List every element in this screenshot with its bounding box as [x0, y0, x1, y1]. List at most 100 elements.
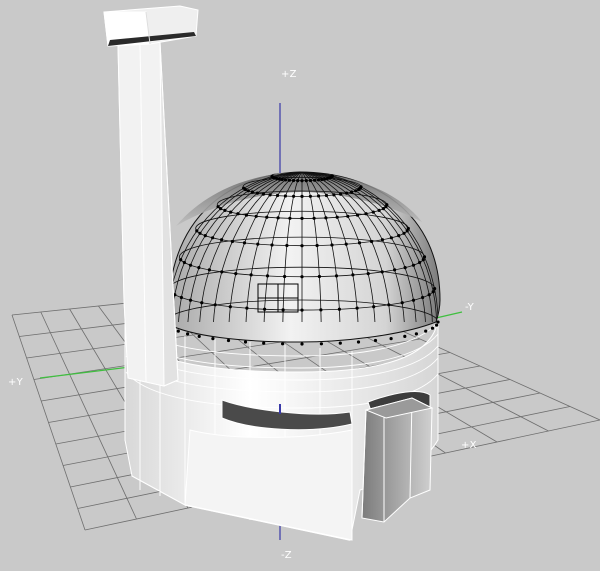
dome-vertex[interactable]	[315, 243, 319, 248]
dome-vertex[interactable]	[256, 242, 260, 246]
dome-vertex[interactable]	[234, 272, 238, 276]
dome-vertex[interactable]	[312, 216, 316, 220]
dome-vertex[interactable]	[285, 243, 289, 248]
dome-vertex[interactable]	[176, 329, 180, 333]
dome-vertex[interactable]	[280, 177, 284, 182]
3d-viewport[interactable]: +Z -Z +Y -Y +X	[0, 0, 600, 571]
dome-vertex[interactable]	[243, 340, 248, 344]
dome-vertex[interactable]	[207, 268, 211, 272]
dome-vertex[interactable]	[250, 190, 254, 194]
dome-vertex[interactable]	[296, 179, 300, 183]
dome-vertex[interactable]	[373, 338, 378, 343]
dome-vertex[interactable]	[263, 307, 267, 311]
dome-vertex[interactable]	[323, 177, 327, 181]
dome-vertex[interactable]	[265, 215, 269, 219]
dome-vertex[interactable]	[324, 216, 328, 220]
dome-vertex[interactable]	[319, 342, 323, 346]
dome-vertex[interactable]	[242, 241, 247, 245]
dome-vertex[interactable]	[319, 308, 323, 312]
dome-vertex[interactable]	[377, 208, 381, 212]
dome-vertex[interactable]	[223, 208, 227, 212]
dome-vertex[interactable]	[339, 192, 343, 196]
dome-vertex[interactable]	[270, 243, 274, 247]
dome-vertex[interactable]	[427, 293, 431, 297]
dome-vertex[interactable]	[244, 213, 249, 217]
dome-vertex[interactable]	[300, 275, 304, 279]
dome-vertex[interactable]	[414, 332, 418, 336]
dome-vertex[interactable]	[330, 243, 334, 247]
dome-vertex[interactable]	[262, 341, 266, 345]
dome-vertex[interactable]	[284, 178, 288, 182]
dome-vertex[interactable]	[182, 260, 186, 265]
dome-vertex[interactable]	[389, 337, 393, 341]
dome-vertex[interactable]	[195, 229, 199, 233]
dome-vertex[interactable]	[324, 193, 329, 198]
dome-vertex[interactable]	[381, 207, 385, 211]
dome-vertex[interactable]	[246, 189, 250, 193]
dome-vertex[interactable]	[372, 305, 376, 309]
dome-vertex[interactable]	[380, 270, 384, 274]
dome-vertex[interactable]	[211, 337, 215, 341]
dome-vertex[interactable]	[411, 263, 416, 267]
dome-vertex[interactable]	[300, 244, 304, 248]
dome-vertex[interactable]	[216, 205, 220, 209]
dome-vertex[interactable]	[421, 258, 425, 262]
dome-vertex[interactable]	[270, 174, 274, 179]
dome-vertex[interactable]	[364, 212, 368, 216]
dome-vertex[interactable]	[355, 213, 360, 217]
dome-vertex[interactable]	[300, 342, 304, 346]
dome-vertex[interactable]	[300, 216, 304, 220]
door-wall[interactable]	[184, 429, 353, 541]
dome-vertex[interactable]	[230, 239, 234, 244]
dome-vertex[interactable]	[288, 216, 292, 220]
dome-vertex[interactable]	[337, 307, 341, 311]
dome-vertex[interactable]	[335, 215, 339, 219]
dome-vertex[interactable]	[200, 301, 204, 305]
dome-vertex[interactable]	[430, 326, 435, 330]
dome-vertex[interactable]	[424, 329, 428, 333]
dome-vertex[interactable]	[287, 178, 291, 182]
dome-vertex[interactable]	[397, 234, 401, 238]
dome-vertex[interactable]	[355, 306, 359, 310]
dome-vertex[interactable]	[179, 295, 183, 300]
dome-vertex[interactable]	[188, 298, 193, 302]
dome-vertex[interactable]	[226, 338, 231, 343]
dome-vertex[interactable]	[203, 234, 207, 238]
dome-vertex[interactable]	[213, 303, 217, 307]
dome-vertex[interactable]	[354, 189, 358, 193]
dome-vertex[interactable]	[403, 266, 407, 270]
dome-vertex[interactable]	[431, 290, 435, 294]
dome-vertex[interactable]	[236, 212, 240, 216]
dome-vertex[interactable]	[405, 229, 409, 233]
dome-vertex[interactable]	[249, 273, 253, 277]
dome-vertex[interactable]	[317, 274, 321, 279]
dome-vertex[interactable]	[418, 260, 422, 265]
dome-vertex[interactable]	[188, 263, 193, 267]
dome-vertex[interactable]	[255, 191, 259, 195]
dome-vertex[interactable]	[346, 214, 350, 218]
dome-vertex[interactable]	[292, 194, 296, 198]
dome-vertex[interactable]	[220, 238, 224, 242]
dome-vertex[interactable]	[400, 301, 404, 305]
scene-canvas[interactable]	[0, 0, 600, 571]
dome-vertex[interactable]	[245, 306, 249, 310]
dome-vertex[interactable]	[433, 287, 437, 291]
dome-vertex[interactable]	[357, 187, 361, 192]
dome-vertex[interactable]	[411, 298, 416, 302]
dome-vertex[interactable]	[370, 239, 374, 244]
dome-vertex[interactable]	[261, 192, 265, 196]
dome-vertex[interactable]	[436, 320, 440, 324]
dome-vertex[interactable]	[345, 191, 349, 195]
dome-vertex[interactable]	[254, 214, 258, 218]
dome-vertex[interactable]	[380, 238, 384, 242]
dome-vertex[interactable]	[291, 178, 296, 183]
side-block[interactable]	[361, 397, 434, 523]
dome-vertex[interactable]	[403, 334, 407, 338]
dome-vertex[interactable]	[220, 270, 224, 274]
dome-vertex[interactable]	[211, 236, 215, 240]
dome-vertex[interactable]	[304, 179, 308, 183]
dome-vertex[interactable]	[351, 273, 355, 277]
dome-vertex[interactable]	[332, 193, 336, 197]
dome-vertex[interactable]	[268, 193, 272, 197]
dome-vertex[interactable]	[371, 210, 375, 214]
